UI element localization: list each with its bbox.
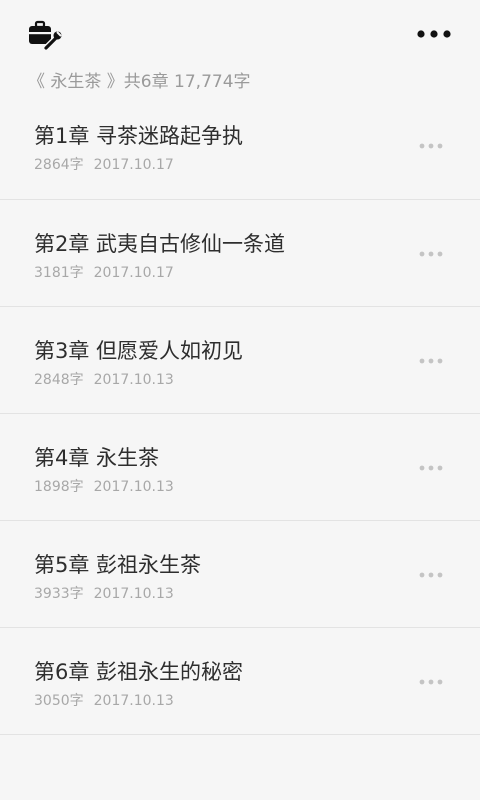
chapter-word-count: 3050字 xyxy=(34,693,84,709)
chapter-date: 2017.10.13 xyxy=(93,372,174,388)
chapter-word-count: 2848字 xyxy=(34,372,84,388)
chapter-word-count: 3181字 xyxy=(34,265,84,281)
chapter-list: 第1章 寻茶迷路起争执 2864字 2017.10.17 第2章 武夷自古修仙一条… xyxy=(0,96,480,735)
more-horizontal-icon xyxy=(419,358,443,364)
chapter-meta: 2848字 2017.10.13 xyxy=(34,369,174,389)
chapter-word-count: 1898字 xyxy=(34,479,84,495)
more-horizontal-icon xyxy=(419,143,443,149)
more-options-button[interactable] xyxy=(414,20,454,48)
chapter-row[interactable]: 第5章 彭祖永生茶 3933字 2017.10.13 xyxy=(0,521,480,628)
chapter-meta: 3181字 2017.10.17 xyxy=(34,262,174,282)
chapter-more-button[interactable] xyxy=(418,458,444,478)
top-bar xyxy=(0,0,480,64)
chapter-word-count: 3933字 xyxy=(34,586,84,602)
chapter-date: 2017.10.13 xyxy=(93,586,174,602)
chapter-meta: 3933字 2017.10.13 xyxy=(34,583,174,603)
chapter-row[interactable]: 第6章 彭祖永生的秘密 3050字 2017.10.13 xyxy=(0,628,480,735)
chapter-more-button[interactable] xyxy=(418,672,444,692)
chapter-title: 第1章 寻茶迷路起争执 xyxy=(34,124,244,148)
chapter-date: 2017.10.13 xyxy=(93,479,174,495)
chapter-title: 第4章 永生茶 xyxy=(34,446,160,470)
chapter-date: 2017.10.13 xyxy=(93,693,174,709)
chapter-more-button[interactable] xyxy=(418,136,444,156)
chapter-row[interactable]: 第1章 寻茶迷路起争执 2864字 2017.10.17 xyxy=(0,96,480,200)
book-summary: 《 永生茶 》共6章 17,774字 xyxy=(28,72,251,92)
toolbox-icon xyxy=(29,20,62,50)
chapter-title: 第2章 武夷自古修仙一条道 xyxy=(34,232,286,256)
chapter-row[interactable]: 第2章 武夷自古修仙一条道 3181字 2017.10.17 xyxy=(0,200,480,307)
chapter-title: 第6章 彭祖永生的秘密 xyxy=(34,660,244,684)
chapter-date: 2017.10.17 xyxy=(93,157,174,173)
chapter-more-button[interactable] xyxy=(418,565,444,585)
chapter-more-button[interactable] xyxy=(418,244,444,264)
more-horizontal-icon xyxy=(419,679,443,685)
chapter-word-count: 2864字 xyxy=(34,157,84,173)
more-horizontal-icon xyxy=(419,465,443,471)
chapter-meta: 2864字 2017.10.17 xyxy=(34,154,174,174)
chapter-meta: 3050字 2017.10.13 xyxy=(34,690,174,710)
chapter-title: 第5章 彭祖永生茶 xyxy=(34,553,202,577)
chapter-title: 第3章 但愿爱人如初见 xyxy=(34,339,244,363)
chapter-date: 2017.10.17 xyxy=(93,265,174,281)
more-horizontal-icon xyxy=(417,30,451,38)
more-horizontal-icon xyxy=(419,572,443,578)
toolbox-button[interactable] xyxy=(24,16,64,52)
chapter-row[interactable]: 第4章 永生茶 1898字 2017.10.13 xyxy=(0,414,480,521)
more-horizontal-icon xyxy=(419,251,443,257)
chapter-meta: 1898字 2017.10.13 xyxy=(34,476,174,496)
chapter-more-button[interactable] xyxy=(418,351,444,371)
chapter-row[interactable]: 第3章 但愿爱人如初见 2848字 2017.10.13 xyxy=(0,307,480,414)
